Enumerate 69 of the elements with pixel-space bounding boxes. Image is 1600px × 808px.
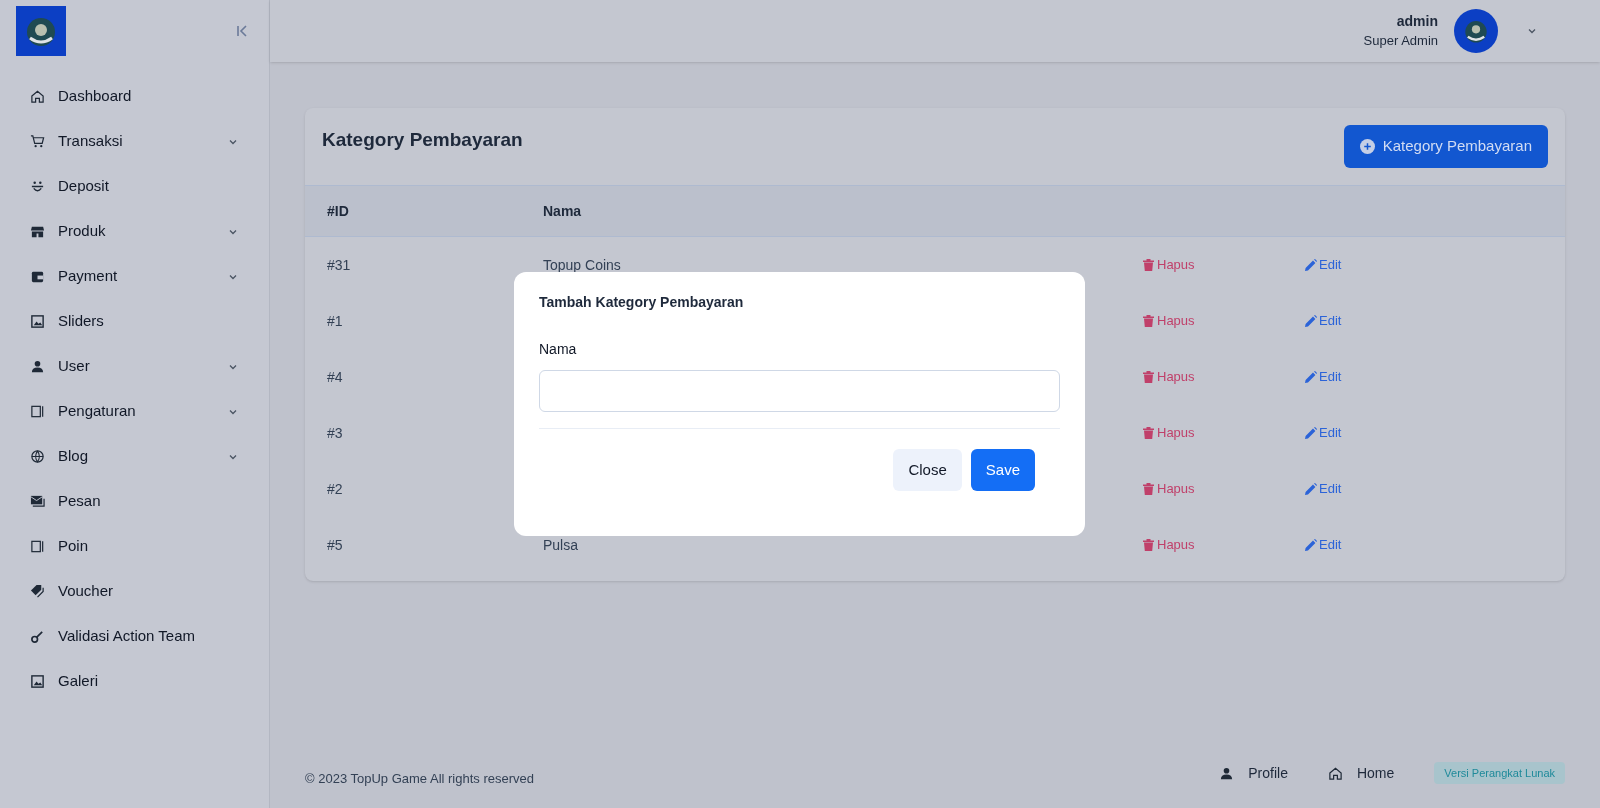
sidebar-item[interactable]: Sliders [58,310,104,333]
sidebar-item[interactable]: Poin [58,535,89,558]
sidebar-item[interactable]: Pesan [58,490,101,513]
home-icon [30,89,45,104]
tag-icon [30,584,45,599]
sidebar-item[interactable]: Pengaturan [58,400,136,423]
trash-icon [1143,371,1154,383]
cart-icon [30,134,45,149]
table-cell: #4 [327,368,343,385]
modal-title: Tambah Kategory Pembayaran [539,293,745,312]
pencil-icon [1305,483,1317,495]
panel-icon [30,404,45,419]
panel-icon [30,539,45,554]
table-cell: #5 [327,536,343,553]
wallet-icon [30,269,45,284]
add-category-button[interactable]: Kategory Pembayaran [1343,125,1548,168]
sidebar-item[interactable]: Galeri [58,670,98,693]
sidebar-item[interactable]: Produk [58,220,106,243]
table-cell: #1 [327,312,343,329]
trash-icon [1143,315,1154,327]
person-icon [30,359,45,374]
logo-icon [16,6,66,56]
sidebar-item[interactable]: Blog [58,445,89,468]
sidebar-item[interactable]: Validasi Action Team [58,625,196,648]
close-button[interactable]: Close [893,449,962,491]
avatar-icon[interactable] [1454,9,1498,53]
trash-icon [1143,539,1154,551]
footer-link[interactable]: Home [1356,762,1395,784]
image-icon [30,674,45,689]
globe-icon [30,449,45,464]
card-title: Kategory Pembayaran [322,128,523,153]
user-role: Super Admin [1363,32,1438,50]
version-badge: Versi Perangkat Lunak [1434,761,1565,785]
pencil-icon [1305,539,1317,551]
person-icon [1219,765,1235,781]
sidebar-item[interactable]: Voucher [58,580,114,603]
user-name: admin [1396,12,1438,31]
copyright-text: © 2023 TopUp Game All rights reserved [305,770,534,789]
column-header: #ID [326,201,350,221]
home-icon [1327,765,1343,781]
table-cell: #31 [327,256,351,273]
pencil-icon [1305,315,1317,327]
plus-circle-icon [1359,139,1375,154]
table-cell: Topup Coins [543,256,621,273]
key-icon [30,629,45,644]
trash-icon [1143,427,1154,439]
footer-link[interactable]: Profile [1248,762,1288,784]
store-icon [30,224,45,239]
sidebar-item[interactable]: Dashboard [58,85,132,108]
sidebar-item[interactable]: Deposit [58,175,109,198]
sidebar-item[interactable]: Transaksi [58,130,123,153]
mail-icon [30,494,45,509]
sidebar-item[interactable]: User [58,355,90,378]
trash-icon [1143,483,1154,495]
field-label: Nama [539,340,578,359]
pencil-icon [1305,427,1317,439]
save-button[interactable]: Save [970,449,1035,491]
sidebar-item[interactable]: Payment [58,265,118,288]
face-icon [30,179,45,194]
trash-icon [1143,259,1154,271]
image-icon [30,314,45,329]
name-input-field[interactable] [539,370,1060,412]
table-cell: #3 [327,424,343,441]
collapse-sidebar-icon[interactable] [235,24,249,38]
table-cell: Pulsa [543,536,579,553]
pencil-icon [1305,259,1317,271]
pencil-icon [1305,371,1317,383]
column-header: Nama [543,201,583,221]
table-cell: #2 [327,480,343,497]
